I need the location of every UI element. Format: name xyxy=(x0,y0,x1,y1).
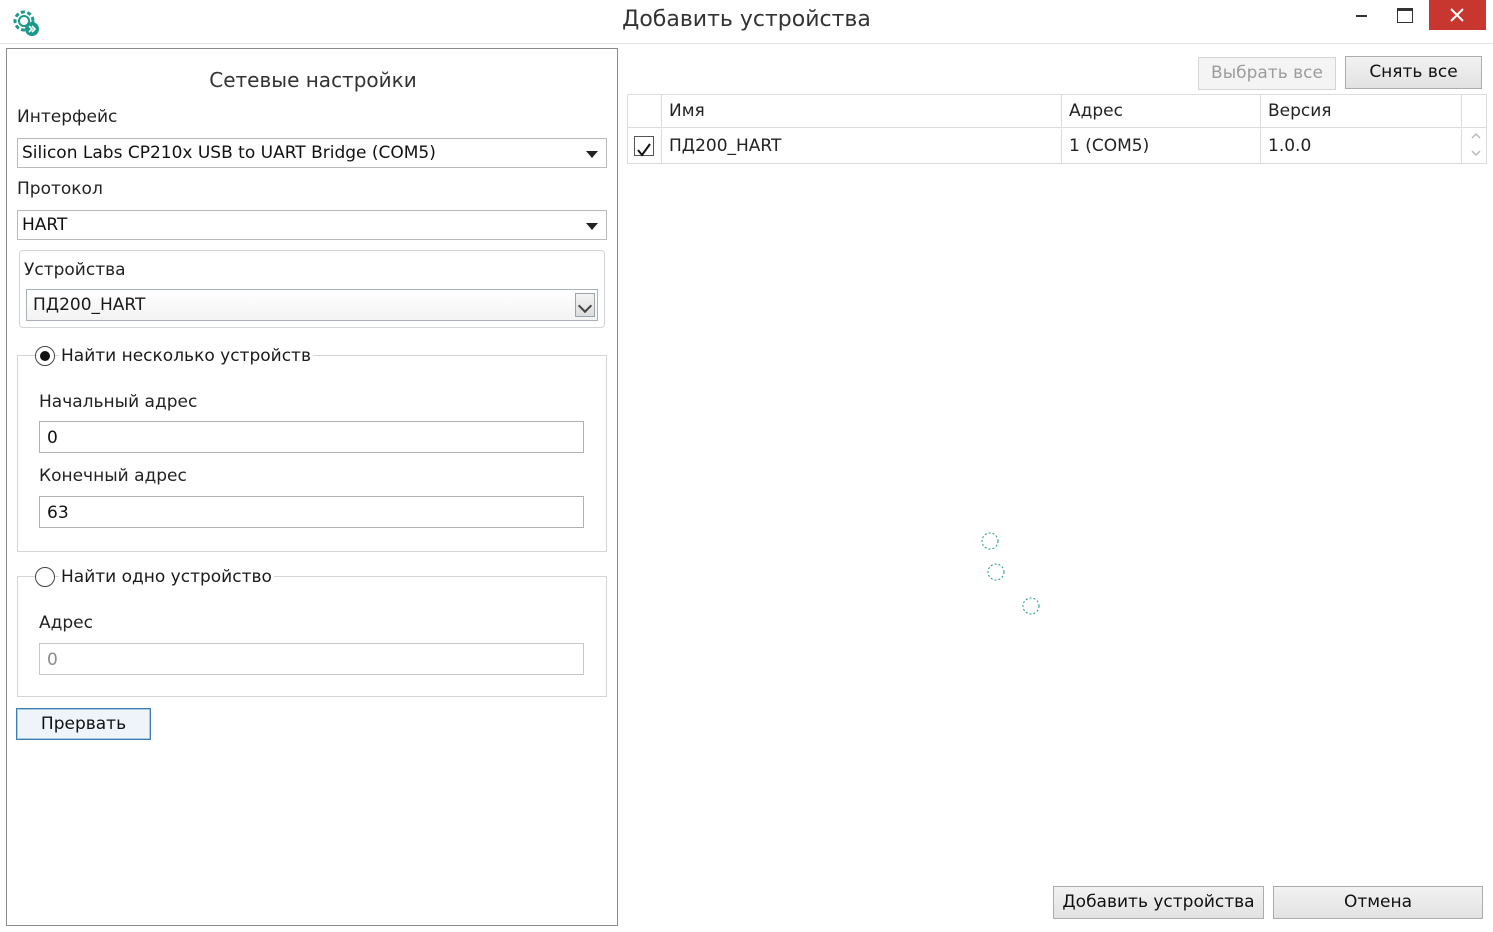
devices-value: ПД200_HART xyxy=(33,295,146,315)
devices-select[interactable]: ПД200_HART xyxy=(26,289,598,321)
header-check-column xyxy=(628,95,662,128)
search-multiple-radio[interactable] xyxy=(35,346,55,366)
deselect-all-button[interactable]: Снять все xyxy=(1345,56,1482,89)
chevron-down-icon xyxy=(586,223,598,230)
row-checkbox[interactable] xyxy=(634,136,654,157)
network-settings-panel: Сетевые настройки Интерфейс Silicon Labs… xyxy=(6,48,618,926)
dropdown-button-icon[interactable] xyxy=(575,293,595,317)
protocol-select[interactable]: HART xyxy=(17,210,607,240)
protocol-label: Протокол xyxy=(17,179,103,199)
header-address[interactable]: Адрес xyxy=(1062,95,1261,128)
interface-value: Silicon Labs CP210x USB to UART Bridge (… xyxy=(22,143,436,163)
stop-button[interactable]: Прервать xyxy=(16,708,151,740)
table-header: Имя Адрес Версия xyxy=(628,95,1486,128)
minimize-icon[interactable] xyxy=(1347,0,1377,30)
start-address-value: 0 xyxy=(47,428,58,448)
cancel-button[interactable]: Отмена xyxy=(1273,886,1483,919)
address-value: 0 xyxy=(47,650,58,670)
row-address: 1 (COM5) xyxy=(1062,129,1261,163)
search-single-group xyxy=(17,576,607,697)
chevron-down-icon xyxy=(586,151,598,158)
interface-select[interactable]: Silicon Labs CP210x USB to UART Bridge (… xyxy=(17,138,607,168)
checkmark-icon xyxy=(637,143,651,157)
devices-result-panel: Выбрать все Снять все Имя Адрес Версия П… xyxy=(620,48,1493,932)
start-address-label: Начальный адрес xyxy=(39,392,198,412)
loading-spinner-icon xyxy=(981,532,1040,615)
end-address-input[interactable]: 63 xyxy=(39,496,584,528)
select-all-button[interactable]: Выбрать все xyxy=(1198,57,1336,90)
search-single-label[interactable]: Найти одно устройство xyxy=(59,567,274,587)
panel-title: Сетевые настройки xyxy=(209,68,417,92)
address-label: Адрес xyxy=(39,613,93,633)
device-table: Имя Адрес Версия ПД200_HART 1 (COM5) 1.0… xyxy=(627,94,1487,164)
maximize-icon[interactable] xyxy=(1389,0,1419,30)
row-name: ПД200_HART xyxy=(662,129,1062,163)
devices-group: Устройства ПД200_HART xyxy=(19,250,605,328)
table-row[interactable]: ПД200_HART 1 (COM5) 1.0.0 xyxy=(628,129,1462,163)
search-multiple-label[interactable]: Найти несколько устройств xyxy=(59,346,313,366)
add-devices-button[interactable]: Добавить устройства xyxy=(1053,886,1264,919)
scroll-down-icon[interactable] xyxy=(1470,147,1482,159)
search-single-radio[interactable] xyxy=(35,567,55,587)
end-address-value: 63 xyxy=(47,503,69,523)
header-version[interactable]: Версия xyxy=(1261,95,1462,128)
protocol-value: HART xyxy=(22,215,68,235)
start-address-input[interactable]: 0 xyxy=(39,421,584,453)
header-name[interactable]: Имя xyxy=(662,95,1062,128)
row-check-cell xyxy=(628,129,662,163)
window-title: Добавить устройства xyxy=(622,7,871,32)
close-icon[interactable] xyxy=(1429,0,1486,30)
address-input[interactable]: 0 xyxy=(39,643,584,675)
interface-label: Интерфейс xyxy=(17,107,118,127)
end-address-label: Конечный адрес xyxy=(39,466,187,486)
scroll-up-icon[interactable] xyxy=(1470,130,1482,142)
row-version: 1.0.0 xyxy=(1261,129,1462,163)
devices-label: Устройства xyxy=(24,260,126,280)
title-bar: Добавить устройства xyxy=(0,0,1493,44)
